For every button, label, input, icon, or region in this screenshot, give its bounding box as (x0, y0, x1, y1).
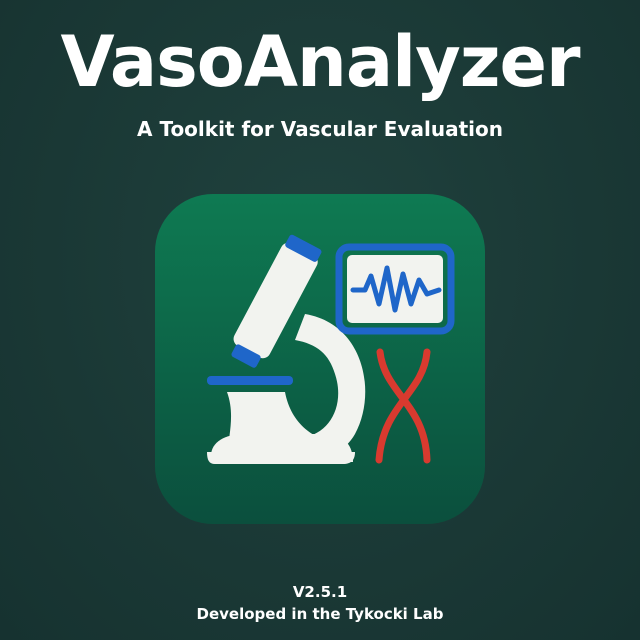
waveform-monitor-icon (335, 243, 455, 335)
app-subtitle: A Toolkit for Vascular Evaluation (137, 117, 503, 141)
app-title: VasoAnalyzer (60, 21, 581, 103)
splash-screen: VasoAnalyzer A Toolkit for Vascular Eval… (0, 0, 640, 640)
app-logo-icon (155, 194, 485, 524)
credit-label: Developed in the Tykocki Lab (196, 605, 444, 623)
version-label: V2.5.1 (292, 583, 348, 601)
